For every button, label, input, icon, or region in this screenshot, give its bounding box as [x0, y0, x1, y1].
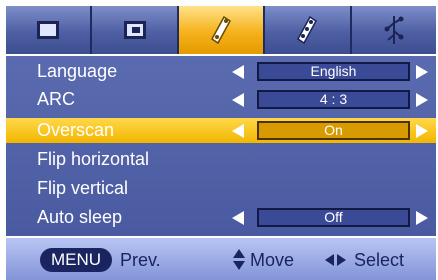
category-tabs: [6, 6, 437, 54]
option-menu: Language English ARC 4 : 3 Overscan On F…: [6, 56, 436, 236]
screen-icon: [123, 21, 146, 39]
menu-item-auto-sleep[interactable]: Auto sleep Off: [6, 205, 436, 230]
arrow-left-icon[interactable]: [232, 93, 244, 107]
arrow-left-icon[interactable]: [232, 65, 244, 79]
setup-icon: [297, 15, 318, 45]
menu-item-label: ARC: [37, 89, 76, 109]
up-down-arrows-icon: [232, 248, 246, 272]
menu-item-language[interactable]: Language English: [6, 59, 436, 84]
menu-item-label: Flip horizontal: [37, 149, 150, 169]
arc-value: 4 : 3: [257, 90, 410, 109]
help-bar: MENU Prev. Move Select: [6, 238, 436, 280]
tab-screen[interactable]: [92, 6, 179, 54]
arrow-right-icon[interactable]: [416, 211, 428, 225]
tab-picture[interactable]: [6, 6, 93, 54]
move-hint: Move: [250, 250, 295, 270]
prev-hint: Prev.: [120, 250, 161, 270]
tab-option[interactable]: [178, 6, 266, 54]
tab-input[interactable]: [351, 6, 437, 54]
menu-item-label: Flip vertical: [37, 178, 129, 198]
option-icon: [211, 15, 232, 45]
picture-icon: [37, 21, 60, 39]
input-icon: [384, 16, 404, 44]
menu-key-badge: MENU: [40, 248, 112, 272]
tab-setup[interactable]: [265, 6, 352, 54]
menu-item-arc[interactable]: ARC 4 : 3: [6, 87, 436, 112]
overscan-value: On: [257, 121, 410, 140]
arrow-right-icon[interactable]: [416, 65, 428, 79]
menu-item-label: Language: [37, 61, 118, 81]
menu-item-overscan[interactable]: Overscan On: [6, 118, 436, 143]
language-value: English: [257, 62, 410, 81]
arrow-right-icon[interactable]: [416, 124, 428, 138]
menu-item-flip-horizontal[interactable]: Flip horizontal: [6, 147, 436, 172]
arrow-left-icon[interactable]: [232, 124, 244, 138]
arrow-left-icon[interactable]: [232, 211, 244, 225]
auto-sleep-value: Off: [257, 208, 410, 227]
osd-menu: Language English ARC 4 : 3 Overscan On F…: [2, 2, 437, 280]
menu-item-label: Auto sleep: [37, 207, 123, 227]
select-hint: Select: [354, 250, 405, 270]
menu-item-flip-vertical[interactable]: Flip vertical: [6, 176, 436, 201]
left-right-arrows-icon: [325, 254, 347, 266]
menu-item-label: Overscan: [37, 120, 115, 140]
arrow-right-icon[interactable]: [416, 93, 428, 107]
